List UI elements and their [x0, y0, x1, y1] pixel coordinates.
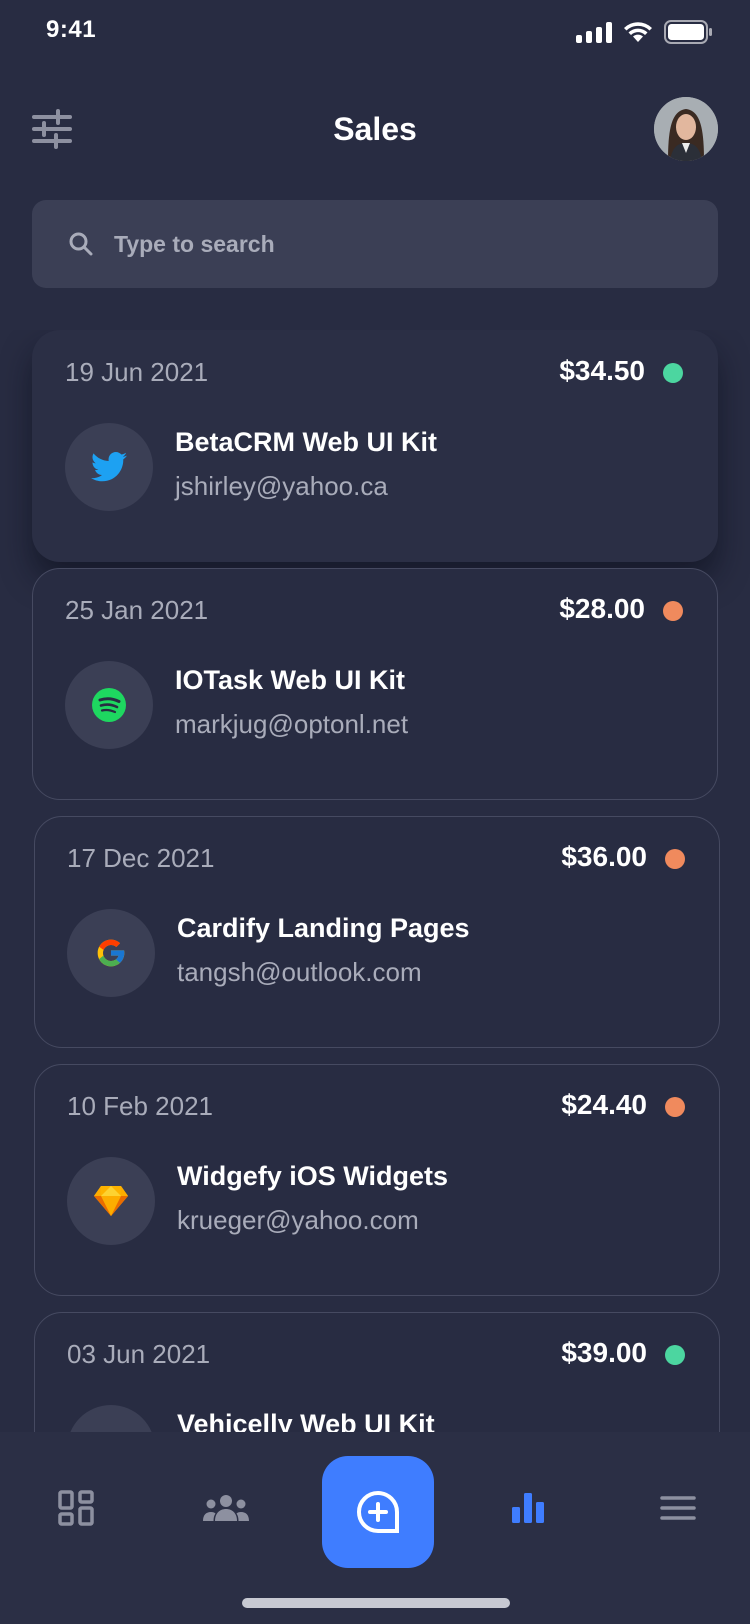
nav-stats[interactable] [500, 1480, 556, 1536]
page-title: Sales [333, 111, 417, 147]
users-icon [203, 1495, 249, 1521]
sales-screen: 9:41 Sales Type to search 19 Jun 2021 $3… [0, 0, 750, 1624]
sale-card[interactable]: 03 Jun 2021 $39.00 Vehicelly Web UI Kit [34, 1312, 720, 1432]
nav-dashboard[interactable] [48, 1480, 104, 1536]
product-name: Widgefy iOS Widgets [177, 1161, 449, 1191]
twitter-icon [91, 452, 127, 482]
home-indicator [242, 1598, 510, 1608]
sale-date: 19 Jun 2021 [65, 357, 209, 387]
product-name: Vehicelly Web UI Kit [177, 1409, 435, 1432]
sale-date: 17 Dec 2021 [67, 843, 215, 873]
sales-list: 19 Jun 2021 $34.50 BetaCRM Web UI Kit js… [0, 330, 750, 1432]
status-icons [576, 20, 714, 44]
sketch-icon [94, 1186, 128, 1216]
user-photo [654, 97, 718, 161]
status-dot [665, 849, 685, 869]
product-name: IOTask Web UI Kit [175, 665, 406, 695]
status-dot [663, 601, 683, 621]
sale-date: 25 Jan 2021 [65, 595, 209, 625]
add-button[interactable] [322, 1456, 434, 1568]
wifi-icon [624, 22, 652, 42]
product-logo [67, 909, 155, 997]
customer-email: jshirley@yahoo.ca [175, 471, 388, 501]
dashboard-icon [58, 1490, 94, 1526]
search-icon [69, 232, 93, 256]
sale-card[interactable]: 25 Jan 2021 $28.00 IOTask Web UI Kit mar… [32, 568, 718, 800]
nav-users[interactable] [198, 1480, 254, 1536]
status-dot [665, 1345, 685, 1365]
product-logo [65, 423, 153, 511]
chart-icon [512, 1493, 544, 1523]
customer-email: krueger@yahoo.com [177, 1205, 419, 1235]
status-bar: 9:41 [0, 0, 750, 60]
bottom-nav [0, 1432, 750, 1624]
add-icon [356, 1490, 399, 1533]
sale-card[interactable]: 17 Dec 2021 $36.00 Cardify Landing Pages… [34, 816, 720, 1048]
google-icon [97, 939, 125, 967]
product-name: Cardify Landing Pages [177, 913, 470, 943]
spotify-icon [92, 688, 126, 722]
sale-card[interactable]: 10 Feb 2021 $24.40 Widgefy iOS Widgets k… [34, 1064, 720, 1296]
sale-amount: $36.00 [561, 841, 647, 872]
customer-email: tangsh@outlook.com [177, 957, 422, 987]
header: Sales [0, 95, 750, 165]
sale-date: 10 Feb 2021 [67, 1091, 214, 1121]
nav-menu[interactable] [650, 1480, 706, 1536]
avatar[interactable] [654, 97, 718, 161]
sale-amount: $24.40 [561, 1089, 647, 1120]
cellular-signal-icon [576, 21, 612, 43]
sale-amount: $39.00 [561, 1337, 647, 1368]
menu-icon [660, 1496, 696, 1520]
search-input[interactable] [114, 230, 674, 258]
status-time: 9:41 [46, 16, 97, 43]
product-name: BetaCRM Web UI Kit [175, 427, 438, 457]
sale-card[interactable]: 19 Jun 2021 $34.50 BetaCRM Web UI Kit js… [32, 330, 718, 562]
status-dot [663, 363, 683, 383]
product-logo [65, 661, 153, 749]
product-logo [67, 1157, 155, 1245]
battery-icon [664, 20, 712, 44]
product-logo [67, 1405, 155, 1432]
search-bar [32, 200, 718, 288]
customer-email: markjug@optonl.net [175, 709, 409, 739]
sale-amount: $28.00 [559, 593, 645, 624]
status-dot [665, 1097, 685, 1117]
sale-amount: $34.50 [559, 355, 645, 386]
sale-date: 03 Jun 2021 [67, 1339, 211, 1369]
